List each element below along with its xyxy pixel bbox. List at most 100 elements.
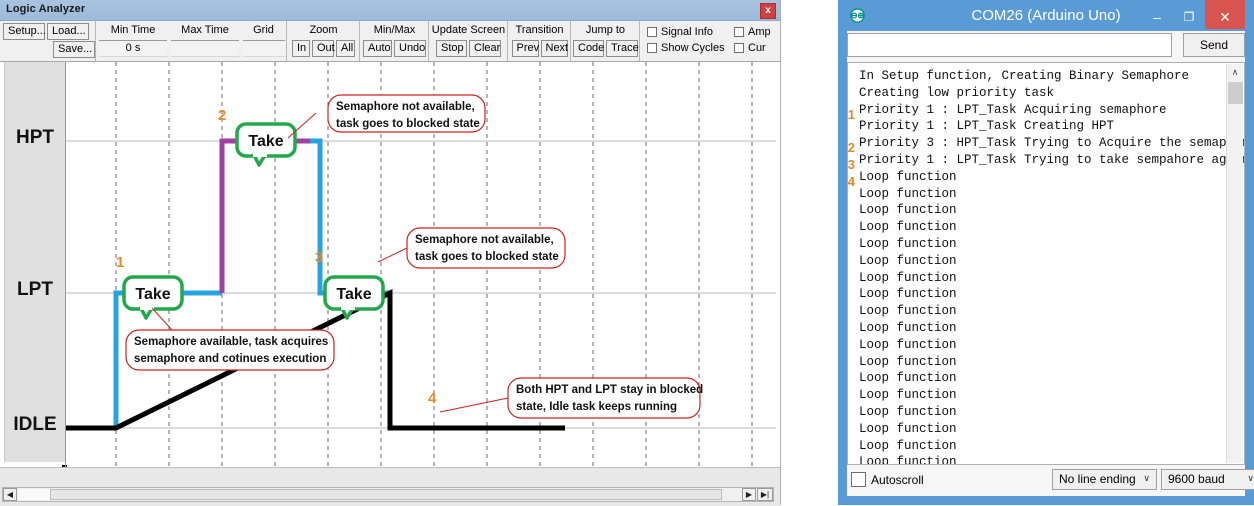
transition-prev-button[interactable]: Prev bbox=[511, 40, 539, 57]
logic-analyzer-toolbar: Setup... Load... Save... Min Time 0 s Ma… bbox=[0, 21, 780, 62]
checkbox-box[interactable] bbox=[734, 43, 744, 53]
maximize-button[interactable]: ❐ bbox=[1173, 0, 1205, 29]
min-time-label: Min Time bbox=[110, 24, 156, 36]
serial-console-line: Loop function bbox=[859, 421, 957, 436]
serial-console-line: Priority 1 : LPT_Task Creating HPT bbox=[859, 119, 1115, 134]
zoom-in-button[interactable]: In bbox=[292, 40, 310, 57]
signal-label-idle: IDLE bbox=[13, 414, 57, 435]
checkbox-label: Signal Info bbox=[661, 26, 713, 38]
svg-text:3: 3 bbox=[315, 249, 323, 266]
waveform-plot[interactable]: HPT LPT IDLE 1 2 3 4 Take Take Take Semapho… bbox=[0, 62, 780, 467]
checkbox-amp[interactable]: Amp bbox=[734, 26, 771, 38]
serial-console[interactable]: 1 234 In Setup function, Creating Binary … bbox=[847, 62, 1245, 465]
close-icon[interactable]: x bbox=[760, 3, 776, 19]
horizontal-scrollbar[interactable]: ◀ ▶ ▶| bbox=[2, 487, 774, 502]
svg-text:semaphore and cotinues execut: semaphore and cotinues execution bbox=[134, 353, 326, 365]
line-ending-value: No line ending bbox=[1059, 472, 1136, 486]
scroll-right-icon[interactable]: ▶ bbox=[742, 488, 756, 501]
line-ending-select[interactable]: No line ending ∨ bbox=[1052, 469, 1157, 490]
zoom-label: Zoom bbox=[309, 24, 338, 36]
serial-gutter-number: 3 bbox=[847, 157, 855, 172]
jump-to-trace-button[interactable]: Trace bbox=[606, 40, 639, 57]
svg-text:Take: Take bbox=[336, 286, 371, 303]
chevron-down-icon: ∨ bbox=[1247, 473, 1254, 483]
serial-console-line: Loop function bbox=[859, 337, 957, 352]
update-stop-button[interactable]: Stop bbox=[436, 40, 467, 57]
minmax-label: Min/Max bbox=[373, 24, 416, 36]
toolbar-group-options-2: Amp Cur bbox=[730, 21, 780, 61]
serial-console-line: In Setup function, Creating Binary Semap… bbox=[859, 69, 1190, 83]
serial-console-line: Loop function bbox=[859, 304, 957, 319]
zoom-all-button[interactable]: All bbox=[336, 40, 355, 57]
logic-analyzer-window: Logic Analyzer x Setup... Load... Save..… bbox=[0, 0, 781, 506]
checkbox-cur[interactable]: Cur bbox=[734, 42, 766, 54]
serial-console-line: Loop function bbox=[859, 270, 957, 285]
toolbar-group-max-time: Max Time bbox=[169, 21, 241, 61]
min-time-field[interactable]: 0 s bbox=[99, 40, 167, 57]
svg-text:task goes to blocked state: task goes to blocked state bbox=[336, 118, 480, 130]
serial-console-line: Loop function bbox=[859, 236, 957, 251]
serial-gutter-number: 2 bbox=[847, 140, 855, 156]
update-clear-button[interactable]: Clear bbox=[469, 40, 501, 57]
toolbar-group-update-screen: Update Screen Stop Clear bbox=[430, 21, 508, 61]
minimize-button[interactable]: – bbox=[1141, 0, 1173, 29]
autoscroll-checkbox[interactable]: Autoscroll bbox=[851, 472, 924, 487]
serial-console-line: Loop function bbox=[859, 455, 957, 465]
send-button[interactable]: Send bbox=[1183, 33, 1245, 57]
waveform-svg: 1 2 3 4 Take Take Take Semaphore not availa… bbox=[66, 62, 776, 467]
svg-text:4: 4 bbox=[428, 390, 437, 407]
close-button[interactable]: ✕ bbox=[1205, 0, 1245, 29]
save-button[interactable]: Save... bbox=[53, 41, 95, 58]
serial-console-line: Creating low priority task bbox=[859, 85, 1055, 100]
serial-send-row: Send bbox=[847, 33, 1245, 59]
scroll-up-icon[interactable]: ∧ bbox=[1227, 64, 1243, 81]
jump-to-code-button[interactable]: Code bbox=[573, 40, 604, 57]
waveform-canvas-wrap[interactable]: 1 2 3 4 Take Take Take Semaphore not availa… bbox=[65, 62, 776, 467]
serial-vertical-scrollbar[interactable]: ∧ bbox=[1226, 64, 1243, 463]
minimize-icon: – bbox=[1153, 9, 1161, 25]
autoscroll-label: Autoscroll bbox=[871, 472, 924, 487]
serial-input-field[interactable] bbox=[847, 33, 1172, 57]
serial-console-line: Priority 1 : LPT_Task Acquiring semaphor… bbox=[859, 102, 1167, 117]
grid-field[interactable] bbox=[242, 40, 285, 57]
transition-label: Transition bbox=[515, 24, 564, 36]
transition-next-button[interactable]: Next bbox=[540, 40, 568, 57]
toolbar-group-file: Setup... Load... Save... bbox=[0, 21, 96, 61]
checkbox-box[interactable] bbox=[647, 43, 657, 53]
checkbox-label: Amp bbox=[748, 26, 771, 38]
checkbox-box[interactable] bbox=[734, 27, 744, 37]
scroll-end-icon[interactable]: ▶| bbox=[757, 488, 773, 501]
baud-rate-value: 9600 baud bbox=[1168, 472, 1225, 486]
serial-console-line: Loop function bbox=[859, 371, 957, 386]
maximize-icon: ❐ bbox=[1183, 10, 1195, 24]
scrollbar-track[interactable] bbox=[19, 489, 50, 500]
scrollbar-thumb[interactable] bbox=[1228, 82, 1243, 104]
minmax-undo-button[interactable]: Undo bbox=[394, 40, 426, 57]
checkbox-signal-info[interactable]: Signal Info bbox=[647, 26, 713, 38]
serial-console-line: Loop function bbox=[859, 287, 957, 302]
serial-console-line: Loop function bbox=[859, 203, 957, 218]
zoom-out-button[interactable]: Out bbox=[312, 40, 335, 57]
logic-analyzer-titlebar: Logic Analyzer x bbox=[0, 0, 780, 21]
setup-button[interactable]: Setup... bbox=[3, 23, 46, 40]
svg-text:Semaphore available, task acqu: Semaphore available, task acquires bbox=[134, 336, 328, 348]
minmax-auto-button[interactable]: Auto bbox=[363, 40, 392, 57]
jump-to-label: Jump to bbox=[585, 24, 626, 36]
scrollbar-thumb[interactable] bbox=[50, 489, 722, 500]
checkbox-box[interactable] bbox=[851, 472, 866, 487]
grid-label: Grid bbox=[253, 24, 274, 36]
serial-console-lines: 1 234 In Setup function, Creating Binary … bbox=[848, 68, 1245, 465]
scroll-left-icon[interactable]: ◀ bbox=[3, 488, 17, 501]
svg-text:Take: Take bbox=[135, 286, 170, 303]
checkbox-label: Cur bbox=[748, 42, 766, 54]
checkbox-box[interactable] bbox=[647, 27, 657, 37]
max-time-field[interactable] bbox=[171, 40, 239, 57]
serial-console-line: Priority 3 : HPT_Task Trying to Acquire … bbox=[859, 136, 1245, 151]
checkbox-label: Show Cycles bbox=[661, 42, 725, 54]
signal-label-column: HPT LPT IDLE bbox=[4, 62, 67, 467]
serial-monitor-footer: Autoscroll No line ending ∨ 9600 baud ∨ bbox=[847, 466, 1254, 496]
checkbox-show-cycles[interactable]: Show Cycles bbox=[647, 42, 725, 54]
load-button[interactable]: Load... bbox=[47, 23, 89, 40]
baud-rate-select[interactable]: 9600 baud ∨ bbox=[1161, 469, 1254, 490]
svg-text:1: 1 bbox=[116, 254, 124, 271]
